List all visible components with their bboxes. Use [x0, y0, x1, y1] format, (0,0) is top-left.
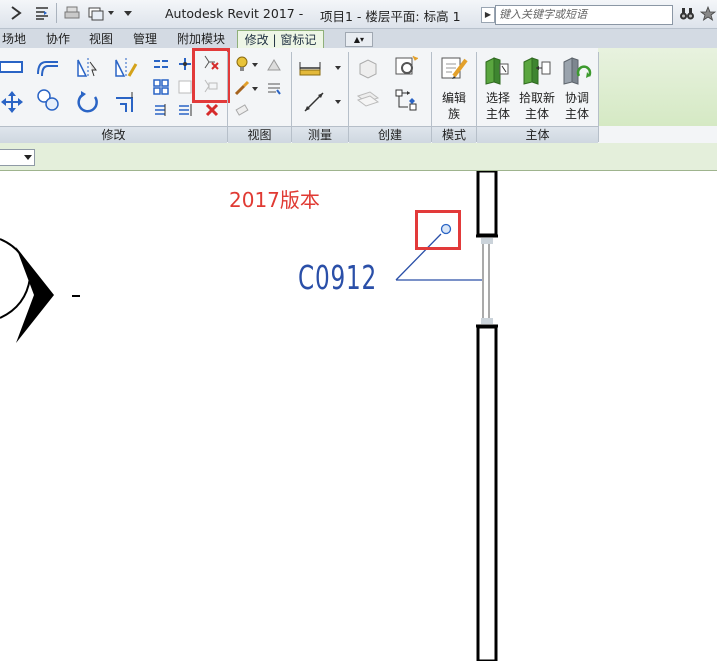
window-glass[interactable] — [482, 240, 490, 322]
highlight-leader-point — [415, 210, 461, 250]
linework-icon[interactable] — [266, 80, 282, 96]
split-element-icon[interactable] — [153, 56, 169, 72]
subscription-star-icon[interactable] — [700, 6, 716, 22]
unpin-icon[interactable] — [177, 102, 193, 118]
edit-family-label-line1: 编辑 — [441, 91, 466, 105]
title-bar: Autodesk Revit 2017 - 项目1 - 楼层平面: 标高 1 ▶ — [0, 0, 717, 29]
pick-host-label-line2: 主体 — [485, 107, 510, 121]
panel-label-measure[interactable]: 测量 — [292, 126, 348, 143]
search-field[interactable] — [495, 5, 673, 25]
ribbon-context-background — [598, 48, 717, 126]
rotate-icon[interactable] — [76, 90, 100, 114]
qat-separator — [56, 3, 57, 23]
tab-collaborate[interactable]: 协作 — [46, 31, 70, 47]
print-icon[interactable] — [64, 5, 80, 21]
move-icon[interactable] — [0, 90, 24, 114]
options-bar — [0, 143, 717, 171]
create-group-icon[interactable] — [356, 90, 380, 114]
window-sill-top — [481, 238, 493, 244]
array-icon[interactable] — [153, 79, 169, 95]
pick-new-host-label[interactable]: 拾取新 主体 — [518, 90, 556, 122]
floor-plan-drawing — [0, 171, 498, 661]
quick-access-arrow-icon[interactable] — [8, 5, 24, 21]
elevation-marker-arrow — [16, 247, 54, 343]
wall-segment-lower[interactable] — [476, 325, 498, 661]
drawing-area[interactable] — [0, 171, 717, 661]
hide-dropdown-icon[interactable] — [252, 63, 258, 67]
scale-icon[interactable] — [177, 79, 193, 95]
trim-corner-icon[interactable] — [114, 90, 138, 114]
panel-label-view[interactable]: 视图 — [228, 126, 291, 143]
panel-label-mode[interactable]: 模式 — [432, 126, 476, 143]
delete-icon[interactable] — [204, 102, 220, 118]
mirror-draw-axis-icon[interactable] — [114, 56, 138, 80]
panel-separator — [598, 52, 599, 142]
pin-icon[interactable] — [153, 102, 169, 118]
pick-host-label[interactable]: 选择 主体 — [481, 90, 515, 122]
panel-label-create[interactable]: 创建 — [349, 126, 431, 143]
version-annotation: 2017版本 — [229, 188, 320, 212]
trim-extend-icon[interactable] — [177, 56, 193, 72]
customize-qat-icon[interactable] — [124, 11, 132, 16]
paint-brush-icon[interactable] — [234, 80, 250, 96]
override-graphics-icon[interactable] — [266, 56, 282, 72]
pick-new-host-icon[interactable] — [522, 54, 552, 86]
window-tag-label[interactable]: C0912 — [298, 258, 377, 297]
dimension-dropdown-icon[interactable] — [335, 100, 341, 104]
tab-manage[interactable]: 管理 — [133, 31, 157, 47]
align-icon[interactable] — [0, 56, 24, 80]
panel-label-modify[interactable]: 修改 — [0, 126, 227, 143]
measure-between-refs-icon[interactable] — [298, 56, 322, 80]
switch-windows-icon[interactable] — [88, 5, 104, 21]
chevron-down-icon[interactable] — [24, 155, 32, 160]
reconcile-host-label-line2: 主体 — [564, 107, 589, 121]
reconcile-host-label[interactable]: 协调 主体 — [560, 90, 594, 122]
paint-dropdown-icon[interactable] — [252, 87, 258, 91]
wall-segment-upper[interactable] — [476, 171, 498, 237]
create-assembly-icon[interactable] — [356, 56, 380, 80]
switch-windows-dropdown-icon[interactable] — [108, 11, 114, 15]
document-title: 项目1 - 楼层平面: 标高 1 — [320, 9, 461, 24]
measure-dropdown-icon[interactable] — [335, 66, 341, 70]
reconcile-host-icon[interactable] — [562, 54, 592, 86]
mirror-pick-axis-icon[interactable] — [76, 56, 100, 80]
edit-family-label[interactable]: 编辑族 — [440, 90, 468, 122]
panel-label-host[interactable]: 主体 — [477, 126, 598, 143]
tab-add-ins[interactable]: 附加模块 — [177, 31, 225, 47]
search-input[interactable] — [496, 6, 672, 22]
app-title: Autodesk Revit 2017 - — [165, 6, 304, 21]
tab-view[interactable]: 视图 — [89, 31, 113, 47]
create-similar-icon[interactable] — [394, 88, 418, 112]
edit-family-icon[interactable] — [440, 54, 468, 82]
align-text-icon[interactable] — [34, 5, 50, 21]
tab-modify-window-tag[interactable]: 修改 | 窗标记 — [237, 30, 324, 49]
offset-icon[interactable] — [36, 56, 60, 80]
reconcile-host-label-line1: 协调 — [564, 91, 589, 105]
eraser-icon[interactable] — [234, 102, 250, 118]
window-sill-bottom — [481, 318, 493, 324]
highlight-leader-tools — [192, 48, 230, 103]
ribbon-tab-bar: 场地 协作 视图 管理 附加模块 修改 | 窗标记 ▲▾ — [0, 29, 717, 49]
hide-in-view-icon[interactable] — [234, 56, 250, 72]
binoculars-icon[interactable] — [679, 6, 695, 22]
elevation-marker-arc — [0, 238, 32, 319]
create-parts-icon[interactable] — [394, 54, 418, 78]
pick-new-host-label-line2: 主体 — [524, 107, 549, 121]
search-expand-button[interactable]: ▶ — [481, 7, 495, 23]
minimize-ribbon-button[interactable]: ▲▾ — [345, 32, 373, 47]
window-jamb — [476, 234, 498, 328]
aligned-dimension-icon[interactable] — [302, 90, 326, 114]
edit-family-label-line2: 族 — [447, 107, 460, 121]
tab-site[interactable]: 场地 — [2, 31, 26, 47]
pick-host-icon[interactable] — [484, 54, 512, 86]
copy-icon[interactable] — [36, 88, 60, 112]
pick-new-host-label-line1: 拾取新 — [518, 91, 555, 105]
pick-host-label-line1: 选择 — [485, 91, 510, 105]
